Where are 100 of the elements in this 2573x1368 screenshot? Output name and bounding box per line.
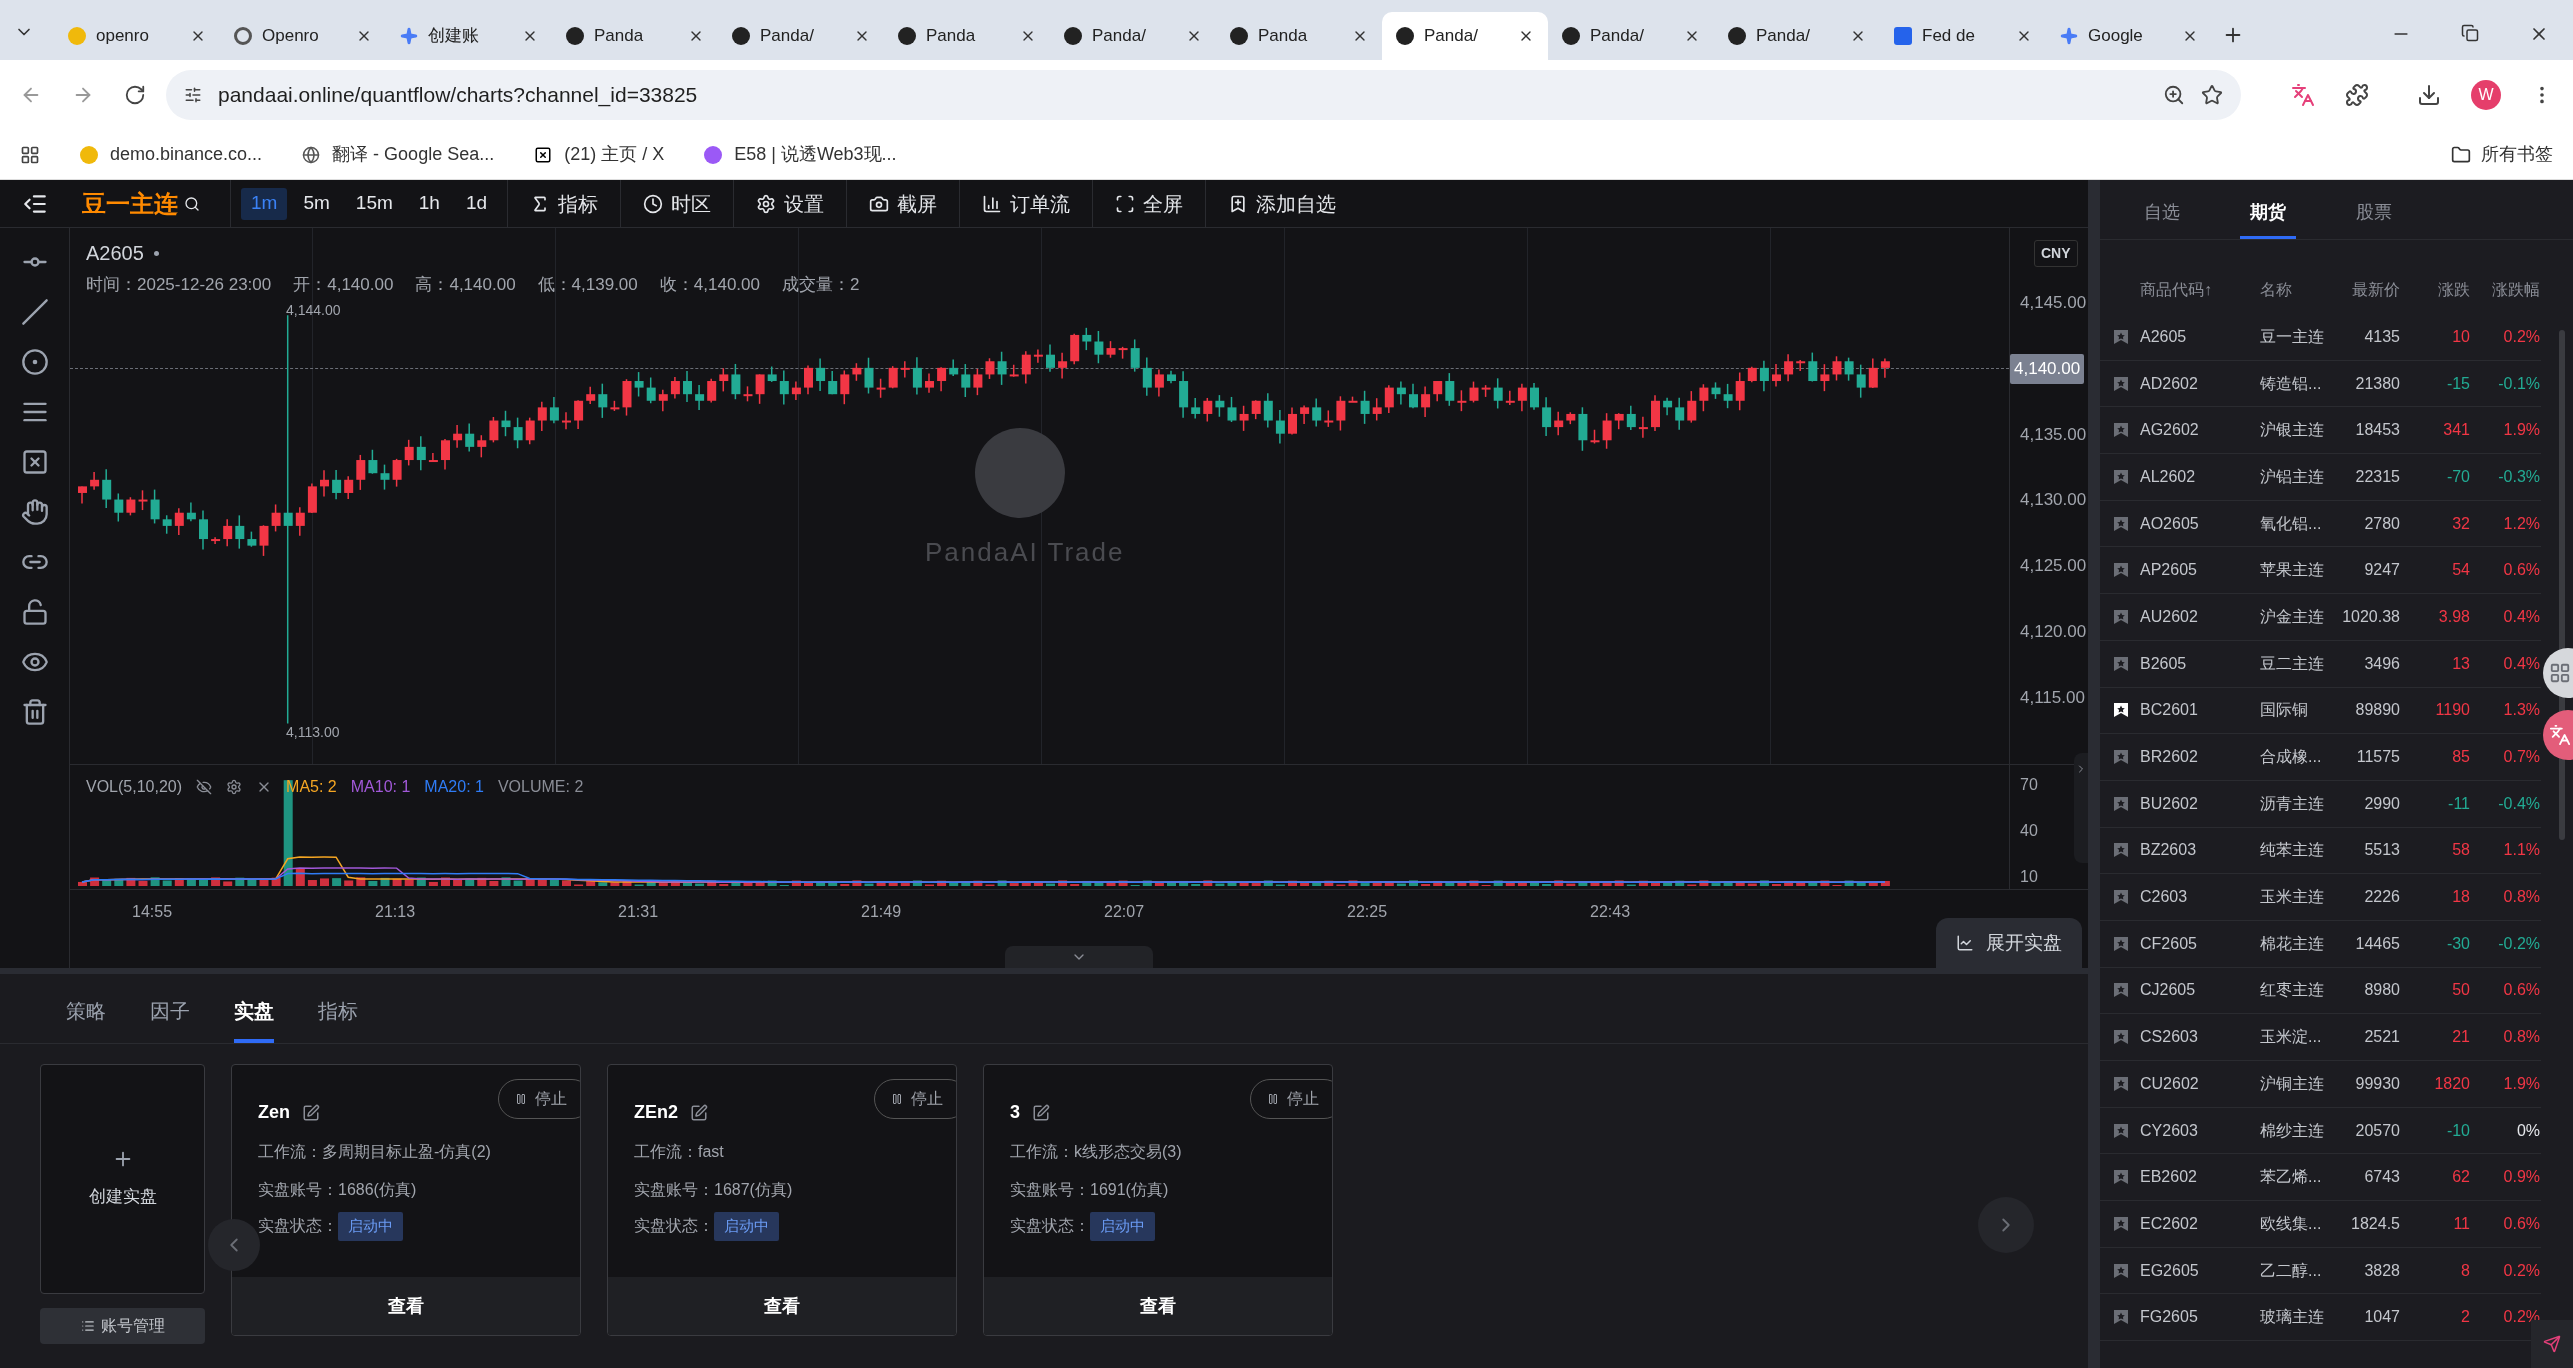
bookmark-link[interactable]: (21) 主页 / X [534,141,665,168]
browser-tab[interactable]: Panda/ [1050,12,1216,60]
bookmark-star-icon[interactable] [2112,654,2130,673]
reload-icon[interactable] [124,84,146,106]
bookmark-star-icon[interactable] [2112,1028,2130,1047]
toolbar-button[interactable]: 添加自选 [1205,180,1359,227]
browser-tab[interactable]: Fed de [1880,12,2046,60]
watchlist-row[interactable]: AP2605 苹果主连 9247 54 0.6% [2100,547,2541,595]
bookmark-star-icon[interactable] [2112,748,2130,767]
bookmark-star-icon[interactable] [2112,841,2130,860]
bookmark-star-icon[interactable] [2112,934,2130,953]
bookmark-star-icon[interactable] [2112,794,2130,813]
account-manage-button[interactable]: 账号管理 [40,1308,205,1344]
edit-icon[interactable] [1032,1103,1050,1122]
profile-avatar[interactable]: W [2471,80,2501,110]
restore-icon[interactable] [2461,24,2479,42]
market-tab[interactable]: 自选 [2134,189,2190,239]
feedback-button[interactable] [2531,1320,2573,1368]
bookmark-star-icon[interactable] [2112,374,2130,393]
watchlist-row[interactable]: BU2602 沥青主连 2990 -11 -0.4% [2100,780,2541,828]
watchlist-row[interactable]: AG2602 沪银主连 18453 341 1.9% [2100,407,2541,455]
toolbar-button[interactable]: 设置 [733,180,847,227]
toolbar-button[interactable]: 全屏 [1092,180,1206,227]
bookmark-star-icon[interactable] [2112,1168,2130,1187]
market-tab[interactable]: 期货 [2240,189,2296,239]
column-header[interactable]: 涨跌幅 [2470,278,2540,302]
watchlist-row[interactable]: CJ2605 红枣主连 8980 50 0.6% [2100,967,2541,1015]
watchlist-row[interactable]: CY2603 棉纱主连 20570 -10 0% [2100,1107,2541,1155]
watchlist-row[interactable]: C2603 玉米主连 2226 18 0.8% [2100,874,2541,921]
watchlist-row[interactable]: CU2602 沪铜主连 99930 1820 1.9% [2100,1061,2541,1108]
browser-tab[interactable]: Panda [1216,12,1382,60]
watchlist-row[interactable]: BR2602 合成橡... 11575 85 0.7% [2100,734,2541,781]
edit-icon[interactable] [690,1103,708,1122]
toolbar-button[interactable]: 截屏 [846,180,960,227]
bookmark-star-icon[interactable] [2112,327,2130,346]
circle-icon[interactable] [20,348,49,376]
watchlist-row[interactable]: AD2602 铸造铝... 21380 -15 -0.1% [2100,360,2541,408]
watchlist-row[interactable]: AL2602 沪铝主连 22315 -70 -0.3% [2100,454,2541,501]
bookmark-star-icon[interactable] [2112,888,2130,907]
interval-tab[interactable]: 1d [455,187,498,220]
watchlist-row[interactable]: EB2602 苯乙烯... 6743 62 0.9% [2100,1154,2541,1202]
column-header[interactable]: 最新价 [2340,278,2400,302]
bookmark-star-icon[interactable] [2112,421,2130,440]
hand-icon[interactable] [20,498,49,526]
bookmark-star-icon[interactable] [2112,561,2130,580]
bookmark-link[interactable]: 翻译 - Google Sea... [302,141,495,168]
panel-tab[interactable]: 实盘 [234,983,274,1043]
all-bookmarks-link[interactable]: 所有书签 [2451,141,2553,168]
browser-tab[interactable]: Panda/ [1382,12,1548,60]
watchlist-row[interactable]: AO2605 氧化铝... 2780 32 1.2% [2100,500,2541,548]
watchlist-row[interactable]: EC2602 欧线集... 1824.5 11 0.6% [2100,1201,2541,1248]
bookmark-star-icon[interactable] [2112,1261,2130,1280]
edit-icon[interactable] [302,1103,320,1122]
watchlist-row[interactable]: B2605 豆二主连 3496 13 0.4% [2100,640,2541,688]
watchlist-row[interactable]: BZ2603 纯苯主连 5513 58 1.1% [2100,827,2541,875]
market-tab[interactable]: 股票 [2346,189,2402,239]
browser-tab[interactable]: Panda/ [1548,12,1714,60]
interval-tab[interactable]: 1m [241,187,288,220]
view-button[interactable]: 查看 [984,1277,1332,1335]
star-icon[interactable] [2201,84,2223,106]
browser-tab[interactable]: Panda [552,12,718,60]
panel-tab[interactable]: 指标 [318,983,358,1043]
crossed-box-icon[interactable] [20,448,49,476]
toolbar-button[interactable]: 指标 [507,180,621,227]
bookmark-star-icon[interactable] [2112,514,2130,533]
browser-tab[interactable]: 创建账 [386,12,552,60]
browser-tab[interactable]: openro [54,12,220,60]
bookmark-link[interactable]: demo.binance.co... [80,141,263,168]
unlock-icon[interactable] [20,598,49,626]
bookmark-star-icon[interactable] [2112,701,2130,720]
watchlist-row[interactable]: CS2603 玉米淀... 2521 21 0.8% [2100,1014,2541,1061]
trend-line-icon[interactable] [20,298,49,326]
bookmark-star-icon[interactable] [2112,467,2130,486]
translate-icon[interactable] [2291,83,2315,107]
watchlist-row[interactable]: EG2605 乙二醇... 3828 8 0.2% [2100,1247,2541,1295]
panel-tab[interactable]: 策略 [66,983,106,1043]
browser-tab[interactable]: Openro [220,12,386,60]
browser-tab[interactable]: Panda/ [718,12,884,60]
bookmark-star-icon[interactable] [2112,1074,2130,1093]
zoom-icon[interactable] [2163,84,2185,106]
browser-tab[interactable]: Google [2046,12,2212,60]
watchlist-row[interactable]: AU2602 沪金主连 1020.38 3.98 0.4% [2100,594,2541,641]
site-info-icon[interactable] [184,86,202,104]
address-field[interactable]: pandaai.online/quantflow/charts?channel_id=33825 [166,70,2241,120]
column-header[interactable]: 涨跌 [2400,278,2470,302]
apps-icon[interactable] [20,144,40,165]
panel-tab[interactable]: 因子 [150,983,190,1043]
bookmark-star-icon[interactable] [2112,981,2130,1000]
bookmark-star-icon[interactable] [2112,1121,2130,1140]
toolbar-button[interactable]: 订单流 [959,180,1093,227]
watchlist-row[interactable]: BC2601 国际铜 89890 1190 1.3% [2100,687,2541,735]
interval-tab[interactable]: 5m [293,187,340,220]
toolbar-button[interactable]: 时区 [620,180,734,227]
symbol-selector[interactable]: 豆一主连 [70,185,230,222]
hide-icon[interactable] [196,779,213,795]
view-button[interactable]: 查看 [232,1277,580,1335]
browser-tab[interactable]: Panda [884,12,1050,60]
watchlist-row[interactable]: A2605 豆一主连 4135 10 0.2% [2100,314,2541,361]
expand-live-button[interactable]: 展开实盘 [1936,918,2082,968]
watchlist-row[interactable]: CF2605 棉花主连 14465 -30 -0.2% [2100,920,2541,968]
